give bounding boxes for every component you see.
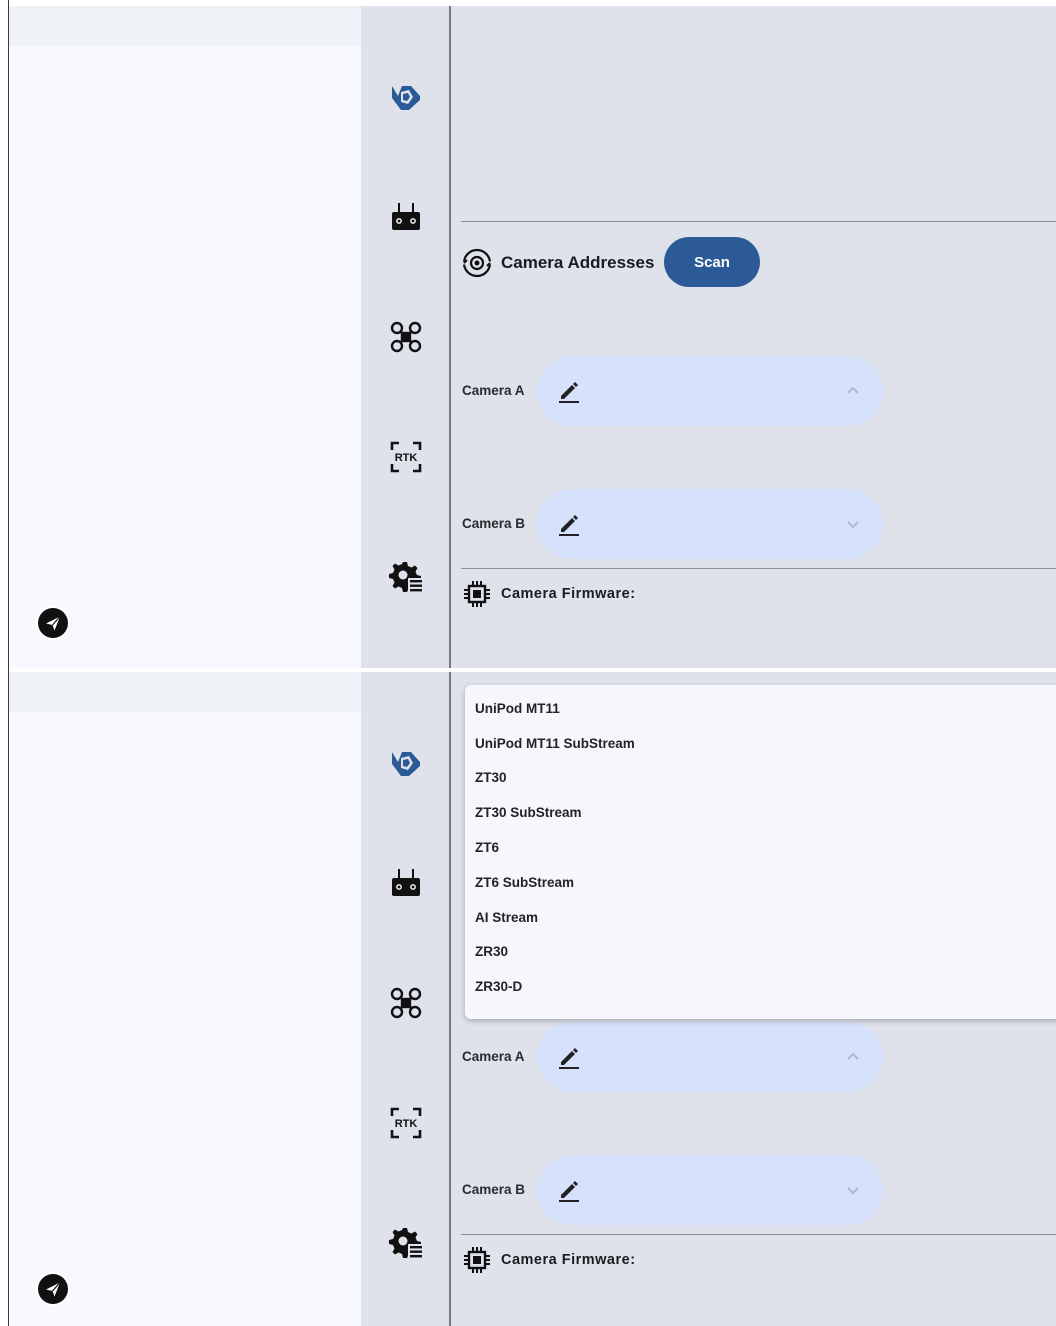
chip-icon [464,581,490,607]
svg-text:RTK: RTK [395,1118,418,1130]
network-camera-icon [462,248,492,278]
divider [461,568,1056,569]
drone-icon[interactable] [388,985,424,1021]
send-icon [38,608,68,638]
scan-button[interactable]: Scan [664,237,760,287]
camera-settings-panel: Camera A Camera B Camera Firmware: UniPo… [453,672,1056,1326]
chevron-down-icon [847,1187,859,1195]
camera-b-select[interactable] [537,1155,883,1225]
camera-addresses-title: Camera Addresses [501,253,655,272]
send-button[interactable] [36,1272,70,1306]
dropdown-option[interactable]: ZR30 [465,935,1056,970]
camera-a-label: Camera A [462,1049,525,1064]
dropdown-option[interactable]: ZT6 [465,830,1056,865]
dropdown-option[interactable]: ZT6 SubStream [465,865,1056,900]
screen-top: RTK Camera Addresses Scan Camera A Camer… [9,6,1056,668]
chevron-down-icon [847,521,859,529]
camera-settings-panel: Camera Addresses Scan Camera A Camera B [453,6,1056,668]
send-icon [38,1274,68,1304]
left-panel [9,672,361,1326]
camera-b-select[interactable] [537,489,883,559]
gear-list-icon[interactable] [388,1225,424,1261]
rtk-icon[interactable]: RTK [388,439,424,475]
camera-b-label: Camera B [462,516,526,531]
dropdown-option[interactable]: UniPod MT11 SubStream [465,726,1056,761]
camera-shutter-icon[interactable] [388,79,424,115]
chevron-up-icon [847,1052,859,1060]
dropdown-option[interactable]: ZT30 [465,761,1056,796]
rtk-icon[interactable]: RTK [388,1105,424,1141]
divider [461,1234,1056,1235]
camera-shutter-icon[interactable] [388,745,424,781]
camera-firmware-row: Camera Firmware: [461,578,636,610]
navigation-rail: RTK [361,6,451,668]
remote-controller-icon[interactable] [388,199,424,235]
dropdown-option[interactable]: ZT30 SubStream [465,795,1056,830]
camera-firmware-label: Camera Firmware: [501,1252,636,1268]
remote-controller-icon[interactable] [388,865,424,901]
navigation-rail: RTK [361,672,451,1326]
camera-addresses-header: Camera Addresses [461,247,654,279]
svg-text:RTK: RTK [395,452,418,464]
send-button[interactable] [36,606,70,640]
camera-a-label: Camera A [462,383,525,398]
dropdown-option[interactable]: AI Stream [465,900,1056,935]
chip-icon [464,1247,490,1273]
camera-type-dropdown-menu: UniPod MT11 UniPod MT11 SubStream ZT30 Z… [465,685,1056,1019]
divider [461,221,1056,222]
camera-a-select[interactable] [537,1022,883,1092]
chevron-up-icon [847,386,859,394]
camera-b-label: Camera B [462,1182,526,1197]
left-panel [9,6,361,668]
edit-icon [559,1048,579,1069]
drone-icon[interactable] [388,319,424,355]
gear-list-icon[interactable] [388,559,424,595]
dropdown-option[interactable]: UniPod MT11 [465,691,1056,726]
dropdown-option[interactable]: ZR30-D [465,969,1056,1004]
camera-firmware-row: Camera Firmware: [461,1244,636,1276]
edit-icon [559,515,579,536]
camera-firmware-label: Camera Firmware: [501,586,636,602]
left-panel-header [9,672,361,712]
screen-bottom: RTK Camera A Camera B Camera Firmware: U… [9,672,1056,1326]
camera-a-select[interactable] [537,356,883,426]
left-panel-header [9,6,361,46]
edit-icon [559,382,579,403]
edit-icon [559,1181,579,1202]
